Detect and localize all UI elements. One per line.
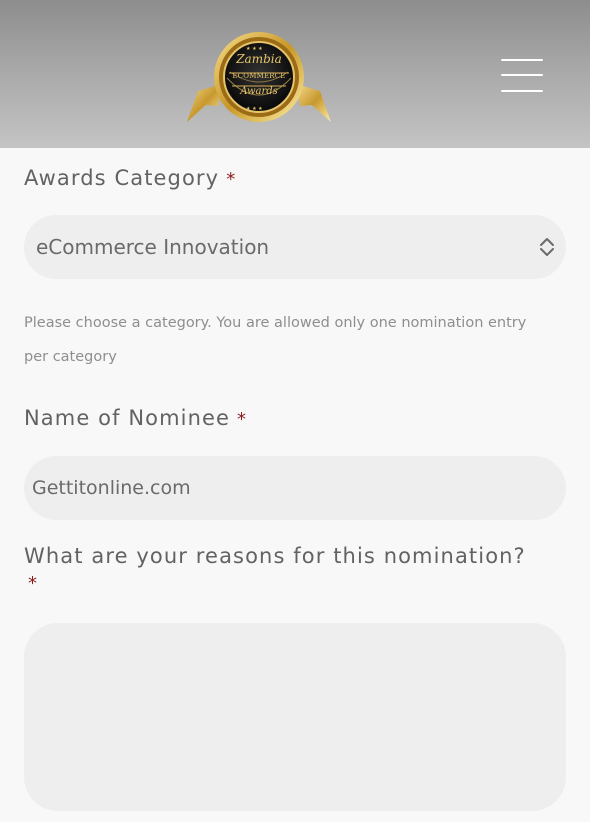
nominee-label-text: Name of Nominee (24, 406, 231, 430)
awards-category-label: Awards Category * (24, 166, 236, 190)
award-seal-icon: ★ ★ ★ ★ ★ ★ (187, 32, 331, 122)
required-marker: * (237, 409, 248, 430)
select-chevrons-icon (540, 238, 554, 256)
awards-logo[interactable]: ★ ★ ★ ★ ★ ★ Zambia ECOMMERCE Awards (182, 30, 336, 130)
nomination-reasons-textarea[interactable] (24, 623, 566, 811)
hamburger-menu-icon-line-1 (501, 59, 543, 61)
nomination-reasons-label: What are your reasons for this nominatio… (24, 544, 526, 568)
nomination-reasons-textarea-wrapper[interactable] (24, 623, 566, 811)
hamburger-menu-icon-line-2 (501, 74, 543, 76)
awards-category-select[interactable]: eCommerce Innovation (24, 215, 566, 279)
site-header: ★ ★ ★ ★ ★ ★ Zambia ECOMMERCE Awards (0, 0, 590, 148)
required-marker: * (226, 169, 237, 190)
hamburger-menu-button[interactable] (496, 54, 548, 98)
selected-category-value: eCommerce Innovation (36, 235, 270, 259)
category-helper-text: Please choose a category. You are allowe… (24, 315, 527, 365)
nominee-label: Name of Nominee * (24, 406, 247, 430)
svg-text:★ ★ ★: ★ ★ ★ (246, 46, 263, 52)
hamburger-menu-icon-line-3 (501, 90, 543, 92)
nominee-name-input[interactable] (24, 456, 566, 520)
svg-text:★ ★ ★: ★ ★ ★ (246, 106, 263, 112)
nomination-reasons-required-marker: * (28, 573, 37, 594)
nominee-input-wrapper[interactable] (24, 456, 566, 520)
awards-category-label-text: Awards Category (24, 166, 220, 190)
